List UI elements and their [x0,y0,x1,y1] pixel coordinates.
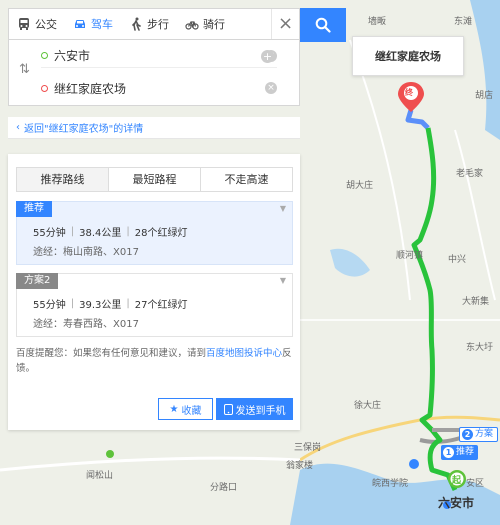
plan-time: 55分钟 [33,300,66,311]
bike-icon [185,21,199,30]
close-button[interactable]: × [271,9,299,39]
tab-recommended-route[interactable]: 推荐路线 [17,168,108,191]
back-link-label: 返回"继红家庭农场"的详情 [24,124,144,135]
tab-bus[interactable]: 公交 [9,9,65,39]
map-label: 老毛家 [456,169,484,179]
walk-icon [132,17,141,31]
tab-walk-label: 步行 [147,18,169,31]
map-label: 胡大庄 [346,181,374,191]
route-plan-1[interactable]: 推荐 ▼ 55分钟 | 38.4公里 | 28个红绿灯 途经：梅山南路、X017 [16,201,293,265]
start-marker-label: 起 [452,476,462,486]
clear-end-icon[interactable]: × [265,82,277,94]
send-to-phone-button[interactable]: 发送到手机 [216,398,293,420]
map-label: 中兴 [448,255,467,265]
tab-car-label: 驾车 [91,18,113,31]
swap-route-icon[interactable]: ⇅ [19,62,30,77]
start-field[interactable]: 六安市 × [41,44,277,68]
map-label: 安区 [466,479,485,489]
route-inputs: ⇅ 六安市 × + 继红家庭农场 × [8,40,300,106]
plan-distance: 39.3公里 [79,300,122,311]
map-label: 翁家楼 [286,461,314,471]
favorite-button[interactable]: ★ 收藏 [158,398,213,420]
transport-mode-bar: 公交 驾车 步行 骑行 × [8,8,300,40]
tip-text: 百度提醒您：如果您有任何意见和建议，请到 [16,348,207,359]
add-waypoint-icon[interactable]: + [261,50,274,63]
end-dot-icon [41,84,48,92]
end-field[interactable]: 继红家庭农场 × [41,76,277,100]
start-value[interactable]: 六安市 [54,47,261,64]
plan-time: 55分钟 [33,228,66,239]
tab-bike[interactable]: 骑行 [177,9,233,39]
tab-walk[interactable]: 步行 [121,9,177,39]
plan-stats: 55分钟 | 38.4公里 | 28个红绿灯 [33,226,188,239]
map-label: 闻松山 [86,471,114,481]
destination-marker-label: 终 [405,88,413,97]
search-icon [315,17,331,33]
plan-distance: 38.4公里 [79,228,122,239]
tab-bike-label: 骑行 [203,18,225,31]
map-label: 分路口 [210,483,238,493]
plan-stats: 55分钟 | 39.3公里 | 27个红绿灯 [33,298,188,311]
tab-avoid-highway[interactable]: 不走高速 [200,168,292,191]
map-label: 顺河镇 [396,251,424,261]
map-label: 三保岗 [294,443,322,453]
map-label: 墙畈 [368,17,387,27]
send-to-phone-label: 发送到手机 [235,405,286,417]
end-value[interactable]: 继红家庭农场 [54,80,261,97]
chevron-left-icon: ‹ [16,122,20,133]
feedback-tip: 百度提醒您：如果您有任何意见和建议，请到百度地图投诉中心反馈。 [16,346,296,376]
expand-arrow-icon[interactable]: ▼ [280,276,286,285]
plan-via: 途经：梅山南路、X017 [33,247,139,258]
collapse-arrow-icon[interactable]: ▼ [280,204,286,213]
phone-icon [223,403,233,415]
route-preference-tabs: 推荐路线 最短路程 不走高速 [16,167,293,192]
map-label-city: 六安市 [438,496,475,510]
start-dot-icon [41,52,48,59]
map-label: 东滩 [454,17,473,27]
complaint-center-link[interactable]: 百度地图投诉中心 [206,348,282,359]
favorite-label: 收藏 [181,405,202,417]
plan-tag: 方案2 [16,273,59,289]
destination-callout[interactable]: 继红家庭农场 [352,36,464,76]
route-tag-plan2[interactable]: 2 方案 [459,427,499,442]
route-plan-2[interactable]: 方案2 ▼ 55分钟 | 39.3公里 | 27个红绿灯 途经：寿春西路、X01… [16,273,293,337]
map-label: 东大圩 [466,343,494,353]
tab-shortest-route[interactable]: 最短路程 [108,168,200,191]
search-button[interactable] [300,8,346,42]
map-label: 皖西学院 [372,479,409,489]
car-icon [75,20,85,28]
map-label: 徐大庄 [354,401,382,411]
route-tag-recommend[interactable]: 1 推荐 [441,445,479,460]
plan-traffic-lights: 28个红绿灯 [134,228,188,239]
map-label: 大新集 [462,297,490,307]
plan-via: 途经：寿春西路、X017 [33,319,139,330]
star-icon: ★ [169,403,179,415]
plan-traffic-lights: 27个红绿灯 [134,300,188,311]
back-to-detail-link[interactable]: ‹ 返回"继红家庭农场"的详情 [8,117,300,139]
route-results-panel: 推荐路线 最短路程 不走高速 推荐 ▼ 55分钟 | 38.4公里 | 28个红… [8,154,300,430]
plan-tag: 推荐 [16,201,52,217]
tab-bus-label: 公交 [35,18,57,31]
bus-icon [19,18,29,30]
tab-car[interactable]: 驾车 [65,9,121,39]
map-label: 胡店 [475,91,494,101]
